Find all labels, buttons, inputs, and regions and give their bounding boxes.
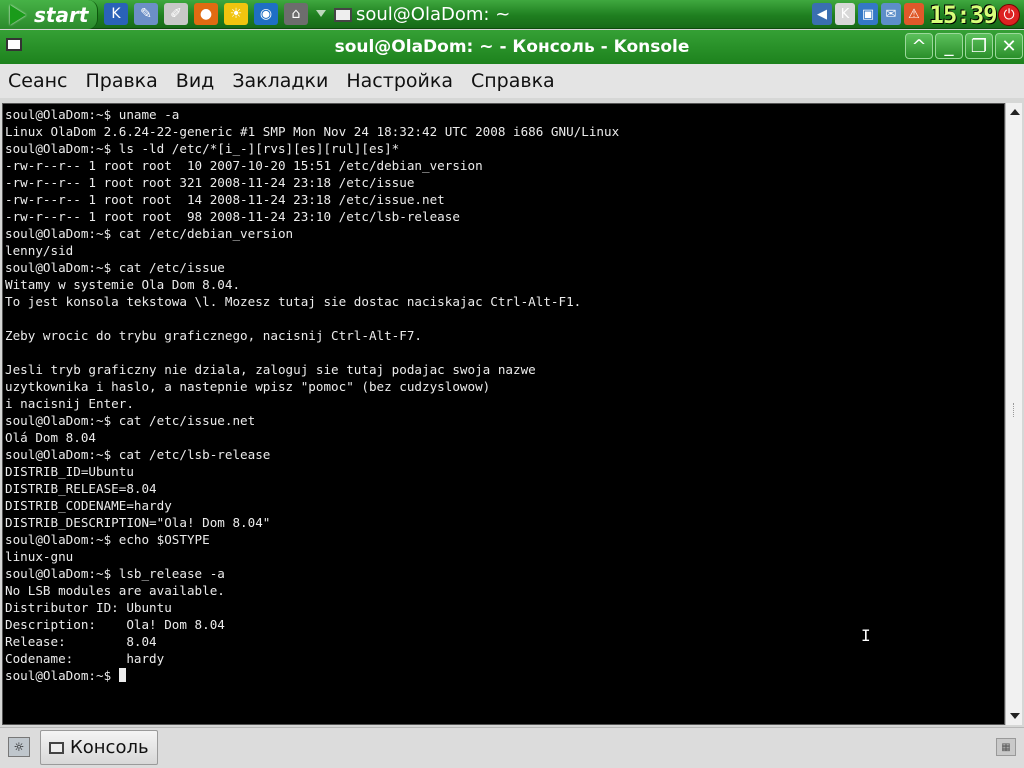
panel-task-title: soul@OlaDom: ~ [356, 4, 511, 25]
launcher-expand-arrow-icon[interactable] [316, 10, 326, 17]
terminal-output: soul@OlaDom:~$ uname -a Linux OlaDom 2.6… [3, 104, 1004, 684]
menu-item[interactable]: Правка [85, 70, 157, 92]
menu-item[interactable]: Закладки [232, 70, 328, 92]
menu-item[interactable]: Справка [471, 70, 555, 92]
terminal-view[interactable]: soul@OlaDom:~$ uname -a Linux OlaDom 2.6… [2, 103, 1005, 725]
terminal-prompt: soul@OlaDom:~$ [5, 668, 119, 683]
klipper-icon[interactable]: K [835, 3, 855, 25]
text-editor-icon[interactable]: ✎ [134, 3, 158, 25]
terminal-icon [334, 7, 352, 22]
start-label: start [34, 2, 89, 27]
text-cursor [118, 668, 126, 682]
kde-k-icon[interactable]: K [104, 3, 128, 25]
show-desktop-icon[interactable]: ☼ [8, 737, 30, 757]
system-tray: ◀ K ▣ ✉ ⚠ [812, 3, 924, 25]
terminal-icon [49, 741, 64, 754]
notes-icon[interactable]: ✐ [164, 3, 188, 25]
taskbar-item-label: Консоль [70, 737, 149, 758]
panel-task-konsole[interactable]: soul@OlaDom: ~ [334, 0, 510, 29]
bottom-taskbar: ☼ Консоль ▦ [0, 727, 1024, 768]
window-title: soul@OlaDom: ~ - Консоль - Konsole [334, 37, 690, 57]
firefox-icon[interactable]: ● [194, 3, 218, 25]
terminal-lines: soul@OlaDom:~$ uname -a Linux OlaDom 2.6… [5, 107, 620, 666]
keep-above-button[interactable]: ^ [905, 33, 933, 59]
warning-icon[interactable]: ⚠ [904, 3, 924, 25]
top-panel: start K ✎ ✐ ● ☀ ◉ ⌂ soul@OlaDom: ~ ◀ K ▣ ✉ ⚠ 15:39… [0, 0, 1024, 29]
start-button[interactable]: start [0, 0, 98, 29]
scroll-down-arrow-icon[interactable] [1010, 713, 1020, 719]
menu-bar: Сеанс Правка Вид Закладки Настройка Справка [0, 64, 1024, 98]
logout-power-icon[interactable]: ⏻ [998, 4, 1020, 26]
menu-item[interactable]: Вид [176, 70, 215, 92]
maximize-button[interactable]: ❐ [965, 33, 993, 59]
start-play-icon [10, 4, 26, 25]
browser-icon[interactable]: ◉ [254, 3, 278, 25]
minimize-button[interactable]: _ [935, 33, 963, 59]
close-button[interactable]: ✕ [995, 33, 1023, 59]
menu-item[interactable]: Настройка [346, 70, 453, 92]
screenshot-icon[interactable]: ⌂ [284, 3, 308, 25]
ibeam-pointer-icon: I [861, 626, 871, 645]
network-icon[interactable]: ▣ [858, 3, 878, 25]
taskbar-item-konsole[interactable]: Консоль [40, 730, 158, 765]
quick-launch-bar: K ✎ ✐ ● ☀ ◉ ⌂ [104, 3, 308, 25]
scroll-grip[interactable] [1013, 403, 1016, 417]
clock[interactable]: 15:39 [929, 0, 997, 29]
terminal-scrollbar[interactable] [1005, 103, 1022, 725]
window-titlebar[interactable]: soul@OlaDom: ~ - Консоль - Konsole ^ _ ❐… [0, 30, 1024, 64]
scroll-up-arrow-icon[interactable] [1010, 109, 1020, 115]
menu-item[interactable]: Сеанс [8, 70, 67, 92]
update-icon[interactable]: ✉ [881, 3, 901, 25]
pager-icon[interactable]: ▦ [996, 738, 1016, 756]
volume-icon[interactable]: ◀ [812, 3, 832, 25]
sun-icon[interactable]: ☀ [224, 3, 248, 25]
